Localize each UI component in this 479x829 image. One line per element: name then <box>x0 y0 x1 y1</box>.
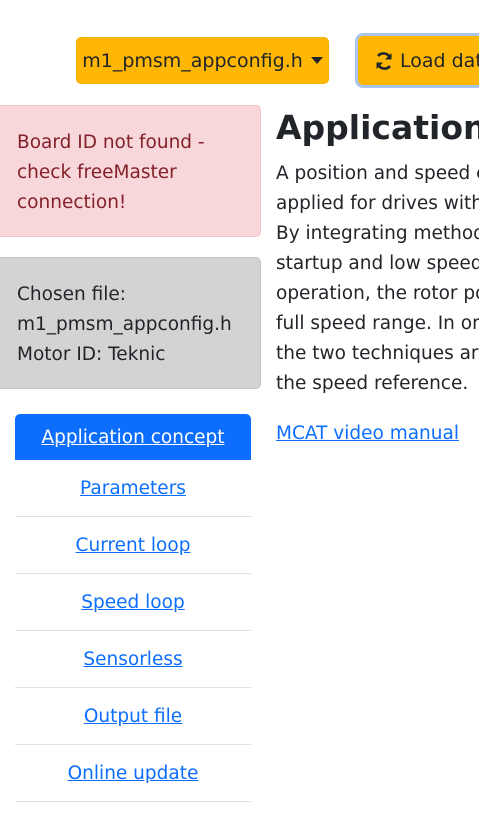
nav-item-online-update[interactable]: Online update <box>15 745 251 802</box>
sidebar-nav: Application concept Parameters Current l… <box>15 414 251 802</box>
alert-line: check freeMaster <box>17 162 177 183</box>
load-data-label: Load dat <box>400 49 479 72</box>
info-line: m1_pmsm_appconfig.h <box>17 314 232 335</box>
text-line: full speed range. In ord <box>276 313 479 334</box>
nav-item-application-concept[interactable]: Application concept <box>15 414 251 460</box>
file-select-label: m1_pmsm_appconfig.h <box>82 49 303 72</box>
text-line: A position and speed e <box>276 163 479 184</box>
info-line: Chosen file: <box>17 284 126 305</box>
nav-item-current-loop[interactable]: Current loop <box>15 517 251 574</box>
file-info-panel: Chosen file: m1_pmsm_appconfig.h Motor I… <box>0 257 261 389</box>
sync-icon <box>376 51 392 70</box>
text-line: applied for drives with <box>276 193 479 214</box>
text-line: By integrating methods <box>276 223 479 244</box>
video-manual-link[interactable]: MCAT video manual <box>276 423 479 444</box>
text-line: operation, the rotor po <box>276 283 479 304</box>
alert-line: Board ID not found - <box>17 132 205 153</box>
nav-item-sensorless[interactable]: Sensorless <box>15 631 251 688</box>
load-data-button[interactable]: Load dat <box>358 36 479 85</box>
file-select-dropdown[interactable]: m1_pmsm_appconfig.h <box>76 37 329 84</box>
main-content: Application c A position and speed e app… <box>276 104 479 444</box>
description-text: A position and speed e applied for drive… <box>276 159 479 399</box>
text-line: the speed reference. <box>276 373 469 394</box>
alert-line: connection! <box>17 192 127 213</box>
text-line: the two techniques are <box>276 343 479 364</box>
board-error-alert: Board ID not found - check freeMaster co… <box>0 105 261 237</box>
nav-item-speed-loop[interactable]: Speed loop <box>15 574 251 631</box>
caret-down-icon <box>310 57 323 64</box>
nav-item-parameters[interactable]: Parameters <box>15 460 251 517</box>
nav-item-output-file[interactable]: Output file <box>15 688 251 745</box>
page-title: Application c <box>276 108 479 147</box>
info-line: Motor ID: Teknic <box>17 344 166 365</box>
text-line: startup and low speed a <box>276 253 479 274</box>
